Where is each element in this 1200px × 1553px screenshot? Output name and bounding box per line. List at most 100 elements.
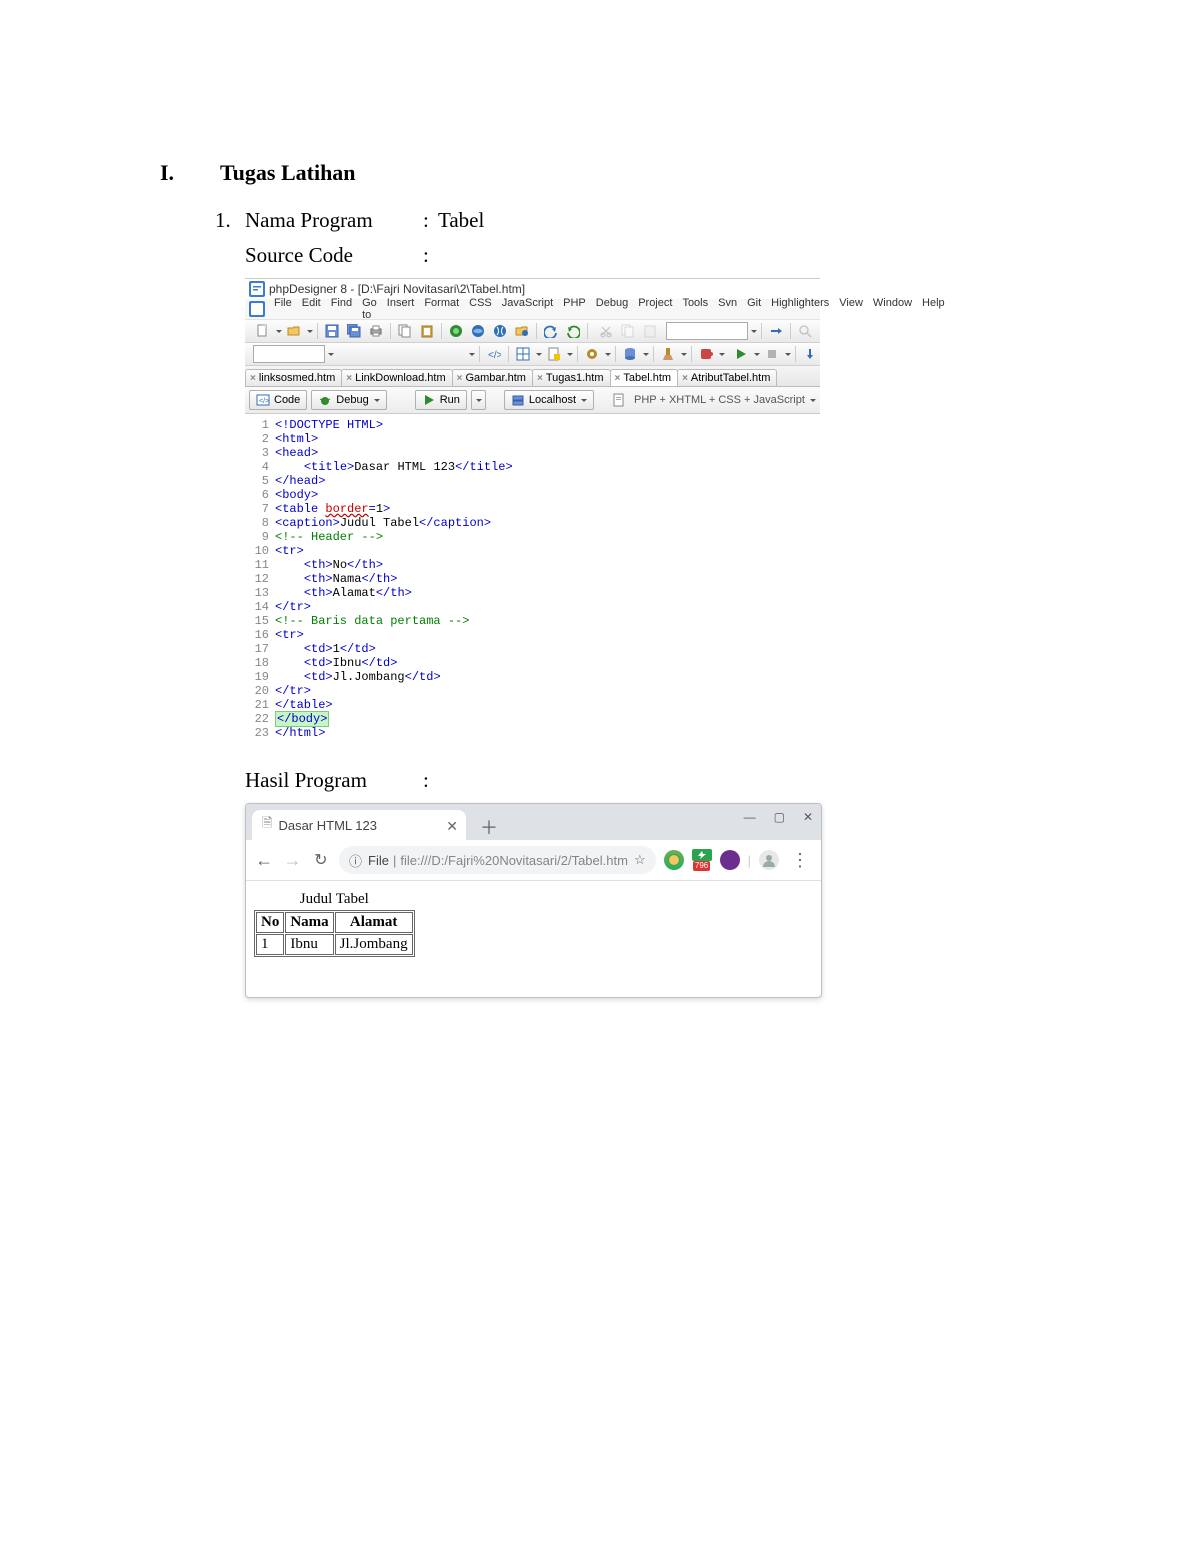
reload-icon: ↻ [314,850,327,870]
ide-toolbar-2[interactable]: </> [245,343,820,366]
window-minimize-icon[interactable]: — [744,810,756,824]
menu-window[interactable]: Window [868,297,917,321]
close-icon[interactable]: × [537,373,543,384]
paste-icon[interactable] [417,321,437,341]
code-editor[interactable]: 1<!DOCTYPE HTML>2<html>3<head>4 <title>D… [245,414,820,748]
save-all-icon[interactable] [344,321,364,341]
mode-label[interactable]: PHP + XHTML + CSS + JavaScript [634,394,805,406]
grid-icon[interactable] [513,344,533,364]
menu-format[interactable]: Format [419,297,464,321]
svg-text:</>: </> [488,350,501,361]
menu-css[interactable]: CSS [464,297,497,321]
run-dropdown[interactable] [471,390,486,410]
menu-git[interactable]: Git [742,297,766,321]
globe-green-icon[interactable] [468,321,488,341]
puzzle-icon[interactable] [696,344,716,364]
extension-icon[interactable] [664,850,684,870]
menu-debug[interactable]: Debug [591,297,633,321]
save-icon[interactable] [322,321,342,341]
browser-menu-button[interactable]: ⋮ [787,847,813,873]
forward-button[interactable]: → [282,847,302,873]
globe-blue-icon[interactable] [446,321,466,341]
file-tab[interactable]: ×AtributTabel.htm [677,369,777,386]
chevron-down-icon [374,399,380,402]
close-icon[interactable]: × [250,373,256,384]
gear-icon[interactable] [582,344,602,364]
ide-toolbar-1[interactable]: ✓ [245,320,820,343]
close-icon[interactable]: × [346,373,352,384]
reload-button[interactable]: ↻ [311,847,331,873]
file-tab[interactable]: ×LinkDownload.htm [341,369,452,386]
file-tabs[interactable]: ×linksosmed.htm×LinkDownload.htm×Gambar.… [245,366,820,387]
menu-php[interactable]: PHP [558,297,591,321]
new-file-icon[interactable] [253,321,273,341]
ide-menubar[interactable]: FileEditFindGo toInsertFormatCSSJavaScri… [245,299,820,320]
code-line: 19 <td>Jl.Jombang</td> [251,670,820,684]
cut-icon[interactable] [596,321,616,341]
extension-purple-icon[interactable] [720,850,740,870]
copy2-icon[interactable] [618,321,638,341]
profile-avatar-icon[interactable] [759,850,779,870]
menu-insert[interactable]: Insert [382,297,420,321]
menu-file[interactable]: File [269,297,297,321]
open-file-icon[interactable] [284,321,304,341]
menu-project[interactable]: Project [633,297,677,321]
code-view-button[interactable]: </> Code [249,390,307,410]
ide-title-text: phpDesigner 8 - [D:\Fajri Novitasari\2\T… [269,282,525,296]
copy-icon[interactable] [395,321,415,341]
back-button[interactable]: ← [254,847,274,873]
doc-yellow-icon[interactable] [544,344,564,364]
close-tab-icon[interactable]: ✕ [446,818,458,835]
menu-find[interactable]: Find [326,297,357,321]
menu-goto[interactable]: Go to [357,297,382,321]
stop-icon[interactable] [762,344,782,364]
menu-svn[interactable]: Svn [713,297,742,321]
redo-icon[interactable] [563,321,583,341]
extension-idm-icon[interactable]: 796 [692,849,712,871]
play-green-icon[interactable] [731,344,751,364]
undo-icon[interactable] [541,321,561,341]
find-next-icon[interactable] [766,321,786,341]
file-tab[interactable]: ×Tabel.htm [610,369,679,386]
localhost-button[interactable]: Localhost [504,390,594,410]
menu-edit[interactable]: Edit [297,297,326,321]
window-maximize-icon[interactable]: ▢ [774,810,785,824]
db-icon[interactable] [620,344,640,364]
run-button[interactable]: Run [415,390,467,410]
back-icon: ← [255,850,273,871]
window-close-icon[interactable]: ✕ [803,810,813,824]
close-icon[interactable]: × [682,373,688,384]
code-line: 3<head> [251,446,820,460]
file-tab[interactable]: ×linksosmed.htm [245,369,342,386]
step-in-icon[interactable] [800,344,820,364]
code-line: 16<tr> [251,628,820,642]
colon: : [423,243,438,268]
folder-web-icon[interactable] [512,321,532,341]
new-tab-button[interactable]: ＋ [472,814,506,840]
menu-javascript[interactable]: JavaScript [497,297,558,321]
debug-button[interactable]: Debug [311,390,386,410]
code-line: 2<html> [251,432,820,446]
search-icon[interactable] [795,321,815,341]
menu-view[interactable]: View [834,297,868,321]
menu-highlighters[interactable]: Highlighters [766,297,834,321]
brush-icon[interactable] [658,344,678,364]
close-icon[interactable]: × [457,373,463,384]
paste2-icon[interactable] [640,321,660,341]
file-tab[interactable]: ×Tugas1.htm [532,369,611,386]
file-tab[interactable]: ×Gambar.htm [452,369,533,386]
print-icon[interactable] [366,321,386,341]
close-icon[interactable]: × [615,373,621,384]
toolbar-input[interactable] [666,322,748,340]
file-tab-label: AtributTabel.htm [691,372,770,384]
globe-icon[interactable] [490,321,510,341]
menu-tools[interactable]: Tools [677,297,713,321]
search-doc-icon[interactable] [817,321,820,341]
tag-wrap-icon[interactable]: </> [484,344,504,364]
browser-tab[interactable]: 🗎 Dasar HTML 123 ✕ [252,810,466,840]
toolbar-input-2[interactable] [253,345,325,363]
address-bar[interactable]: ⓘ File | file:///D:/Fajri%20Novitasari/2… [339,846,656,874]
menu-help[interactable]: Help [917,297,950,321]
bookmark-star-icon[interactable]: ☆ [634,852,646,868]
code-line: 1<!DOCTYPE HTML> [251,418,820,432]
